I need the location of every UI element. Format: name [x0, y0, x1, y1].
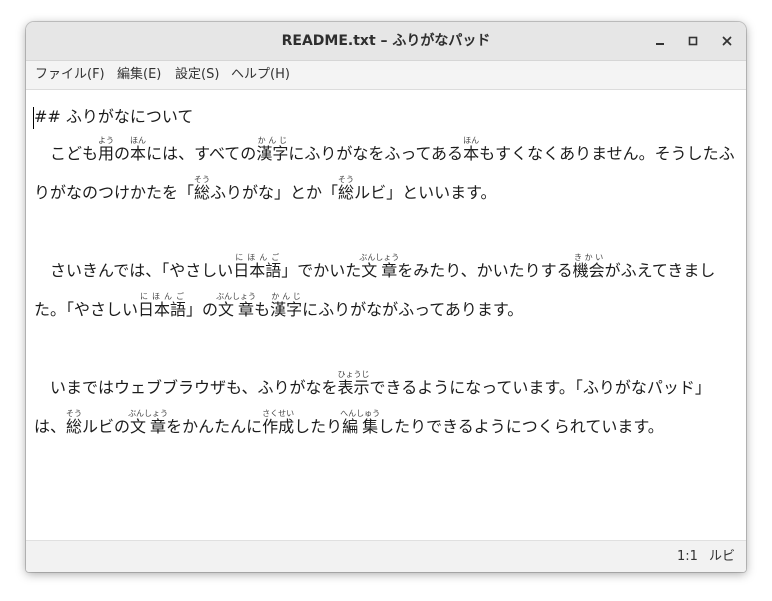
- paragraph-2-line-2: た。「やさしい日本語にほんご」の文章ぶんしょうも漢字かんじにふりがながふってあり…: [34, 292, 523, 320]
- menu-settings[interactable]: 設定(S): [175, 61, 219, 89]
- app-window: README.txt – ふりがなパッド ファイル(F) 編集(E) 設定(S)…: [26, 22, 746, 572]
- text-run: た。「やさしい: [34, 300, 139, 319]
- ruby-word: 用よう: [98, 136, 115, 163]
- paragraph-3-line-1: いまではウェブブラウザも、ふりがなを表示ひょうじできるようになっています。「ふり…: [34, 370, 711, 398]
- close-icon: [722, 36, 732, 46]
- ruby-word: 総そう: [66, 409, 83, 436]
- title-bar[interactable]: README.txt – ふりがなパッド: [26, 22, 746, 61]
- text-run: をみたり、かいたりする: [397, 261, 573, 280]
- text-run: には、すべての: [146, 144, 257, 163]
- text-run: さいきんでは、「やさしい: [34, 261, 234, 280]
- minimize-icon: [656, 43, 664, 45]
- minimize-button[interactable]: [650, 31, 670, 51]
- text-run: 」でかいた: [281, 261, 362, 280]
- menu-edit[interactable]: 編集(E): [117, 61, 161, 89]
- ruby-mode-indicator[interactable]: ルビ: [709, 541, 735, 572]
- maximize-button[interactable]: [683, 31, 703, 51]
- ruby-word: 表示ひょうじ: [337, 370, 370, 397]
- text-run: は、: [34, 417, 67, 436]
- text-run: にふりがながふってあります。: [302, 300, 524, 319]
- text-run: をかんたんに: [166, 417, 263, 436]
- menu-help[interactable]: ヘルプ(H): [231, 61, 290, 89]
- ruby-word: 作成さくせい: [262, 409, 295, 436]
- text-run: の: [114, 144, 131, 163]
- text-run: いまではウェブブラウザも、ふりがなを: [34, 378, 338, 397]
- ruby-word: 漢字かんじ: [256, 136, 289, 163]
- ruby-word: 文章ぶんしょう: [216, 292, 257, 319]
- text-run: したりできるようにつくられています。: [378, 417, 664, 436]
- text-run: も: [254, 300, 271, 319]
- paragraph-3-line-2: は、総そうルビの文章ぶんしょうをかんたんに作成さくせいしたり編集へんしゅうしたり…: [34, 409, 664, 437]
- cursor-position: 1:1: [677, 549, 698, 564]
- heading-text: ## ふりがなについて: [34, 107, 194, 126]
- menu-file[interactable]: ファイル(F): [35, 61, 105, 89]
- ruby-word: 日本語にほんご: [138, 292, 187, 319]
- ruby-word: 日本語にほんご: [233, 253, 282, 280]
- text-run: ルビ」といいます。: [354, 183, 497, 202]
- paragraph-2-line-1: さいきんでは、「やさしい日本語にほんご」でかいた文章ぶんしょうをみたり、かいたり…: [34, 253, 715, 281]
- ruby-word: 総そう: [338, 175, 355, 202]
- text-run: こども: [34, 144, 99, 163]
- text-run: ふりがな」とか「: [210, 183, 339, 202]
- menu-bar: ファイル(F) 編集(E) 設定(S) ヘルプ(H): [26, 61, 746, 90]
- ruby-word: 本ほん: [463, 136, 480, 163]
- ruby-word: 文章ぶんしょう: [359, 253, 400, 280]
- heading-line: ## ふりがなについて: [34, 107, 193, 127]
- paragraph-1-line-2: りがなのつけかたを「総そうふりがな」とか「総そうルビ」といいます。: [34, 175, 496, 203]
- text-editor[interactable]: ## ふりがなについて こども用ようの本ほんには、すべての漢字かんじにふりがなを…: [26, 90, 746, 539]
- status-bar: 1:1 ルビ: [26, 540, 746, 572]
- ruby-word: 本ほん: [130, 136, 147, 163]
- ruby-word: 機会きかい: [572, 253, 605, 280]
- text-run: 」の: [186, 300, 219, 319]
- text-run: できるようになっています。「ふりがなパッド」: [369, 378, 711, 397]
- text-run: がふえてきまし: [604, 261, 716, 280]
- paragraph-1-line-1: こども用ようの本ほんには、すべての漢字かんじにふりがなをふってある本ほんもすくな…: [34, 136, 735, 164]
- text-run: りがなのつけかたを「: [34, 183, 195, 202]
- ruby-word: 編集へんしゅう: [340, 409, 381, 436]
- close-button[interactable]: [717, 31, 737, 51]
- maximize-icon: [688, 36, 698, 46]
- window-title: README.txt – ふりがなパッド: [281, 33, 491, 49]
- text-run: ルビの: [82, 417, 131, 436]
- text-run: もすくなくありません。そうしたふ: [479, 144, 735, 163]
- ruby-word: 漢字かんじ: [270, 292, 303, 319]
- text-run: にふりがなをふってある: [288, 144, 464, 163]
- text-run: したり: [294, 417, 343, 436]
- ruby-word: 文章ぶんしょう: [128, 409, 169, 436]
- ruby-word: 総そう: [194, 175, 211, 202]
